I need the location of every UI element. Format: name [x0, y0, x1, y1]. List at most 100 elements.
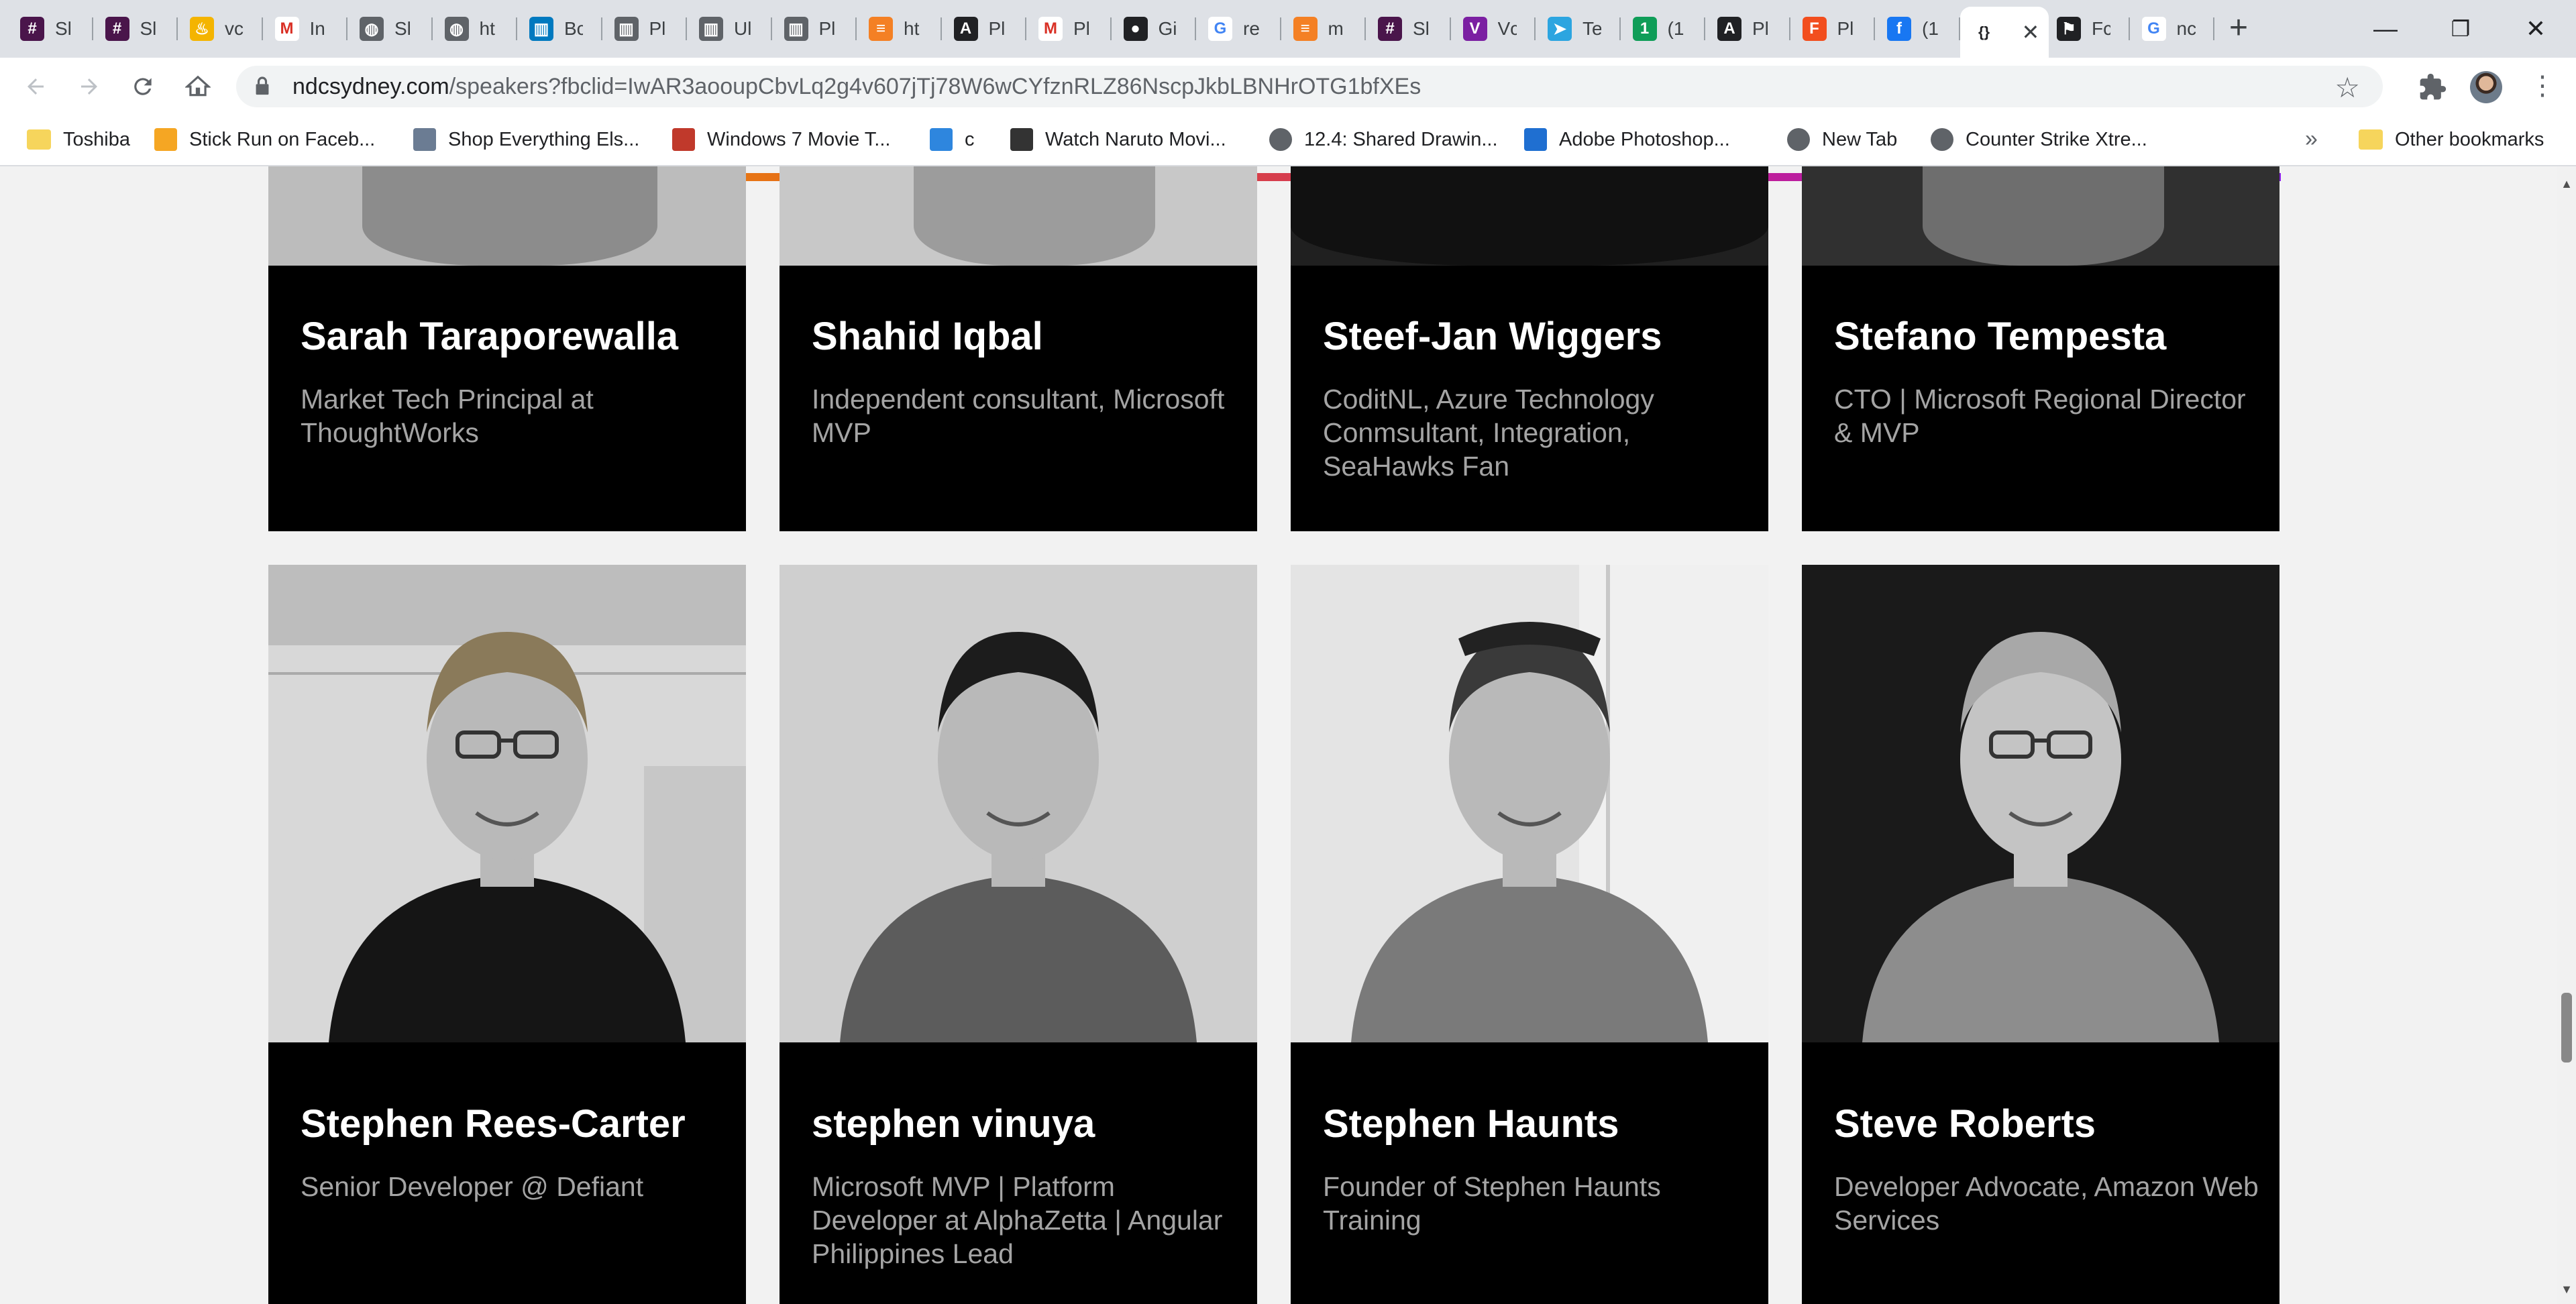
tab-title: Pl	[1837, 18, 1854, 39]
bookmark-item[interactable]: Toshiba	[27, 125, 130, 154]
tab-title: Pl	[649, 18, 666, 39]
browser-tab[interactable]: M In	[263, 7, 347, 51]
browser-tab[interactable]: ▥ Ul	[687, 7, 772, 51]
speaker-name[interactable]: Steef-Jan Wiggers	[1323, 314, 1662, 359]
speaker-name[interactable]: Steve Roberts	[1834, 1101, 2096, 1146]
browser-tab[interactable]: A Pl	[1705, 7, 1790, 51]
window-close-button[interactable]: ✕	[2496, 0, 2576, 58]
browser-tab[interactable]: ▥ Bc	[517, 7, 602, 51]
extensions-puzzle-icon[interactable]	[2418, 72, 2447, 102]
browser-tab[interactable]: ≡ ht	[857, 7, 942, 51]
reload-button[interactable]	[126, 70, 160, 103]
other-bookmarks-folder[interactable]: Other bookmarks	[2359, 125, 2544, 154]
home-button[interactable]	[181, 70, 215, 103]
bookmark-item[interactable]: Watch Naruto Movi...	[1010, 125, 1226, 154]
scroll-up-arrow-icon[interactable]: ▲	[2560, 177, 2573, 193]
speaker-card[interactable]: Steve Roberts Developer Advocate, Amazon …	[1802, 565, 2279, 1304]
browser-tab[interactable]: ◍ ht	[433, 7, 517, 51]
browser-tab[interactable]: ▥ Pl	[772, 7, 857, 51]
bookmark-star-icon[interactable]: ☆	[2334, 71, 2360, 104]
speaker-role: Market Tech Principal at ThoughtWorks	[301, 384, 594, 448]
browser-tab[interactable]: Gnc	[2130, 7, 2214, 51]
github-icon: ●	[1123, 17, 1148, 41]
browser-tab[interactable]: ● Gi	[1112, 7, 1196, 51]
browser-tab[interactable]: V Vc	[1451, 7, 1536, 51]
browser-tab[interactable]: 1 (1	[1621, 7, 1705, 51]
browser-tab[interactable]: f (1	[1875, 7, 1960, 51]
bookmark-item[interactable]: Stick Run on Faceb...	[154, 125, 375, 154]
address-bar[interactable]: ndcsydney.com/speakers?fbclid=IwAR3aooup…	[236, 66, 2383, 107]
browser-tab[interactable]: ♨ vc	[178, 7, 263, 51]
speaker-role: CTO | Microsoft Regional Director & MVP	[1834, 384, 2246, 448]
speaker-name[interactable]: Sarah Taraporewalla	[301, 314, 678, 359]
browser-tab[interactable]: # Sl	[8, 7, 93, 51]
speaker-card[interactable]: Sarah Taraporewalla Market Tech Principal…	[268, 166, 746, 531]
bookmark-label: 12.4: Shared Drawin...	[1304, 128, 1498, 150]
tab-title: ht	[479, 18, 495, 39]
speaker-role: Developer Advocate, Amazon Web Services	[1834, 1171, 2259, 1236]
home-icon	[185, 75, 211, 97]
angular-icon: A	[1717, 17, 1741, 41]
bookmark-label: Counter Strike Xtre...	[1966, 128, 2147, 150]
browser-tab[interactable]: ⚑ Fc	[2045, 7, 2130, 51]
speaker-photo-illustration	[1291, 565, 1768, 1042]
speaker-card[interactable]: Steef-Jan Wiggers CoditNL, Azure Technolo…	[1291, 166, 1768, 531]
back-button[interactable]	[19, 70, 52, 103]
forward-button[interactable]	[72, 70, 106, 103]
flag-icon: ⚑	[2057, 17, 2081, 41]
scrollbar-thumb[interactable]	[2561, 993, 2572, 1063]
bookmark-item[interactable]: Windows 7 Movie T...	[672, 125, 890, 154]
c-icon	[930, 128, 953, 151]
vote-icon: V	[1462, 17, 1487, 41]
browser-tab[interactable]: # Sl	[1366, 7, 1451, 51]
speaker-card[interactable]: Shahid Iqbal Independent consultant, Micr…	[780, 166, 1257, 531]
speaker-photo	[268, 565, 746, 1042]
bookmark-item[interactable]: Counter Strike Xtre...	[1931, 125, 2147, 154]
globe-icon	[1931, 128, 1953, 151]
speaker-name[interactable]: Shahid Iqbal	[812, 314, 1043, 359]
slack-icon: #	[1378, 17, 1402, 41]
bookmark-item[interactable]: Shop Everything Els...	[413, 125, 639, 154]
speaker-name[interactable]: Stefano Tempesta	[1834, 314, 2166, 359]
forward-arrow-icon	[81, 78, 97, 95]
browser-tab[interactable]: ≡ m	[1281, 7, 1366, 51]
one-icon: 1	[1632, 17, 1657, 41]
speaker-card[interactable]: stephen vinuya Microsoft MVP | Platform D…	[780, 565, 1257, 1304]
speaker-name[interactable]: Stephen Haunts	[1323, 1101, 1619, 1146]
browser-tab[interactable]: ◍ Sl	[347, 7, 433, 51]
speaker-name[interactable]: stephen vinuya	[812, 1101, 1095, 1146]
browser-tab[interactable]: {} ✕	[1960, 7, 2049, 58]
globe-icon: ◍	[360, 17, 384, 41]
browser-tab[interactable]: A Pl	[942, 7, 1026, 51]
bookmark-item[interactable]: Adobe Photoshop...	[1524, 125, 1730, 154]
page-scrollbar[interactable]: ▲ ▼	[2557, 166, 2576, 1304]
trello-icon: ▥	[529, 17, 553, 41]
profile-avatar[interactable]	[2470, 71, 2502, 103]
browser-tab[interactable]: M Pl	[1026, 7, 1112, 51]
speaker-photo	[1291, 565, 1768, 1042]
bookmark-item[interactable]: New Tab	[1787, 125, 1897, 154]
browser-menu-icon[interactable]: ⋮	[2529, 70, 2556, 102]
new-tab-button[interactable]: +	[2222, 12, 2255, 44]
windows-movie-icon	[672, 128, 695, 151]
bookmark-item[interactable]: c	[930, 125, 975, 154]
bookmark-label: Watch Naruto Movi...	[1045, 128, 1226, 150]
browser-tab[interactable]: F Pl	[1790, 7, 1875, 51]
speaker-card[interactable]: Stephen Haunts Founder of Stephen Haunts …	[1291, 565, 1768, 1304]
gmail-icon: M	[1038, 17, 1063, 41]
scroll-down-arrow-icon[interactable]: ▼	[2560, 1283, 2573, 1299]
more-bookmarks-button[interactable]: »	[2305, 126, 2318, 152]
browser-tab[interactable]: # Sl	[93, 7, 178, 51]
minimize-button[interactable]: —	[2345, 0, 2426, 58]
speaker-name[interactable]: Stephen Rees-Carter	[301, 1101, 686, 1146]
browser-tab[interactable]: Gre	[1196, 7, 1281, 51]
tab-close-icon[interactable]: ✕	[2022, 19, 2040, 45]
bookmarks-bar: » Other bookmarks Toshiba Stick Run on Fa…	[0, 115, 2576, 166]
speaker-card[interactable]: Stephen Rees-Carter Senior Developer @ De…	[268, 565, 746, 1304]
speaker-card[interactable]: Stefano Tempesta CTO | Microsoft Regional…	[1802, 166, 2279, 531]
restore-button[interactable]: ❐	[2420, 0, 2501, 58]
browser-tab[interactable]: ▥ Pl	[602, 7, 687, 51]
browser-tab[interactable]: ➤ Te	[1536, 7, 1621, 51]
bookmark-item[interactable]: 12.4: Shared Drawin...	[1269, 125, 1498, 154]
tab-title: Gi	[1158, 18, 1177, 39]
